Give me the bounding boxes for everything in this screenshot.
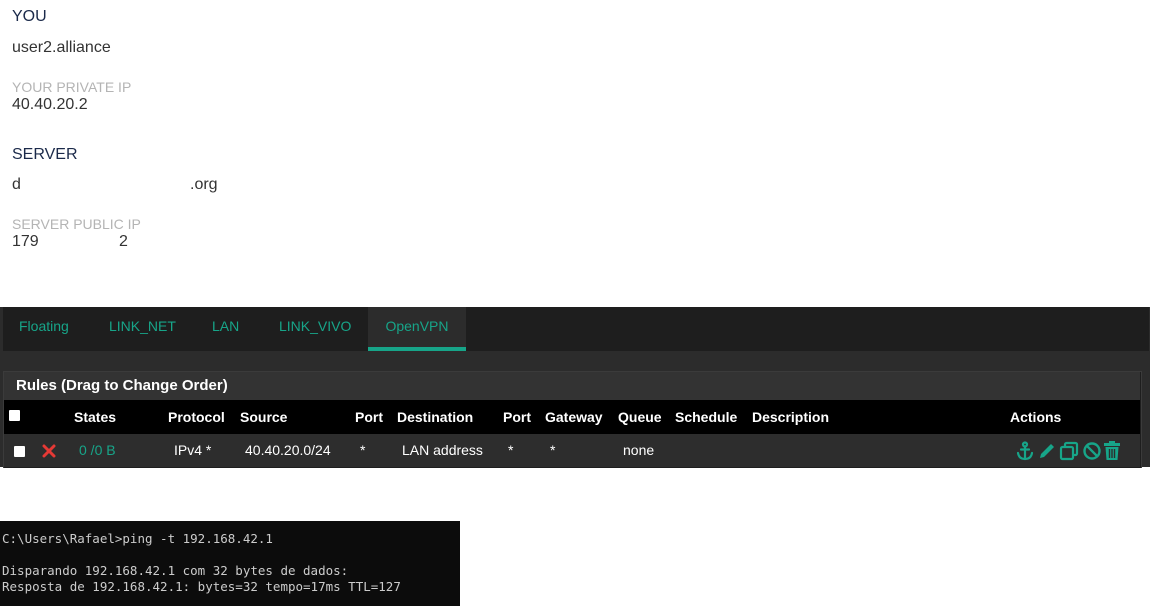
rule-queue: none <box>623 442 655 458</box>
you-section-title: YOU <box>12 8 47 25</box>
row-checkbox[interactable] <box>14 446 25 457</box>
disable-icon[interactable] <box>1082 441 1102 461</box>
block-icon <box>42 444 56 458</box>
copy-icon[interactable] <box>1059 441 1079 461</box>
col-destination: Destination <box>397 409 474 425</box>
interface-tab-bar: Floating LINK_NET LAN LINK_VIVO OpenVPN <box>3 307 1149 351</box>
server-ip-start: 179 <box>12 233 39 250</box>
private-ip-label: YOUR PRIVATE IP <box>12 79 132 95</box>
server-public-ip-label: SERVER PUBLIC IP <box>12 216 141 232</box>
trash-icon[interactable] <box>1103 441 1121 461</box>
console-line: Resposta de 192.168.42.1: bytes=32 tempo… <box>2 579 401 594</box>
col-dest-port: Port <box>503 409 531 425</box>
rules-table-header: States Protocol Source Port Destination … <box>4 400 1140 434</box>
col-schedule: Schedule <box>675 409 738 425</box>
command-console: C:\Users\Rafael>ping -t 192.168.42.1 Dis… <box>0 521 460 606</box>
tab-openvpn[interactable]: OpenVPN <box>368 307 466 351</box>
col-description: Description <box>752 409 830 425</box>
tab-lan[interactable]: LAN <box>212 307 239 351</box>
rule-source: 40.40.20.0/24 <box>245 442 331 458</box>
rules-panel-title: Rules (Drag to Change Order) <box>4 372 1140 400</box>
select-all-checkbox[interactable] <box>9 410 20 421</box>
rule-port: * <box>360 442 366 458</box>
col-states: States <box>74 409 117 425</box>
col-queue: Queue <box>618 409 662 425</box>
server-name-end: .org <box>190 176 218 193</box>
col-source: Source <box>240 409 288 425</box>
rule-gateway: * <box>550 442 556 458</box>
tab-floating[interactable]: Floating <box>19 307 69 351</box>
server-ip-end: 2 <box>119 233 128 250</box>
col-port: Port <box>355 409 383 425</box>
console-line: C:\Users\Rafael>ping -t 192.168.42.1 <box>2 531 273 546</box>
anchor-icon[interactable] <box>1015 441 1035 461</box>
tab-link-net[interactable]: LINK_NET <box>109 307 176 351</box>
rule-protocol: IPv4 * <box>174 442 212 458</box>
col-actions: Actions <box>1010 409 1062 425</box>
col-gateway: Gateway <box>545 409 603 425</box>
table-row[interactable]: 0 /0 B IPv4 * 40.40.20.0/24 * LAN addres… <box>4 434 1140 467</box>
rule-states[interactable]: 0 /0 B <box>79 434 116 467</box>
console-line: Disparando 192.168.42.1 com 32 bytes de … <box>2 563 349 578</box>
pencil-icon[interactable] <box>1037 441 1057 461</box>
rule-dest-port: * <box>508 442 514 458</box>
col-protocol: Protocol <box>168 409 225 425</box>
server-name-start: d <box>12 176 21 193</box>
rule-destination: LAN address <box>402 442 483 458</box>
private-ip-value: 40.40.20.2 <box>12 96 88 113</box>
username: user2.alliance <box>12 39 111 56</box>
server-section-title: SERVER <box>12 146 78 163</box>
tab-link-vivo[interactable]: LINK_VIVO <box>279 307 351 351</box>
